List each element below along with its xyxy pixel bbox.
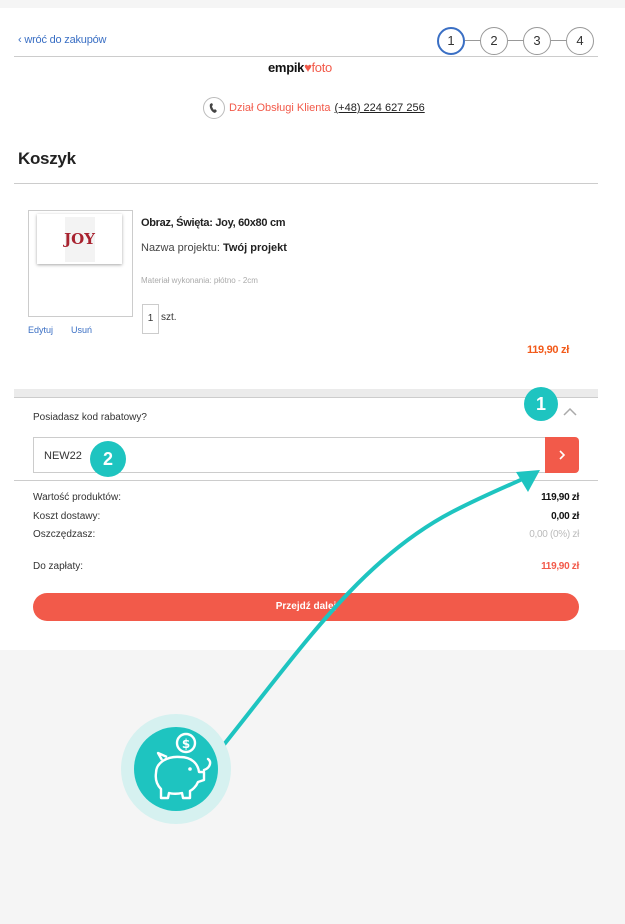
annotation-badge-1: 1	[524, 387, 558, 421]
annotation-badge-2: 2	[90, 441, 126, 477]
piggy-bank-icon: $	[134, 727, 218, 811]
svg-text:$: $	[182, 737, 190, 751]
